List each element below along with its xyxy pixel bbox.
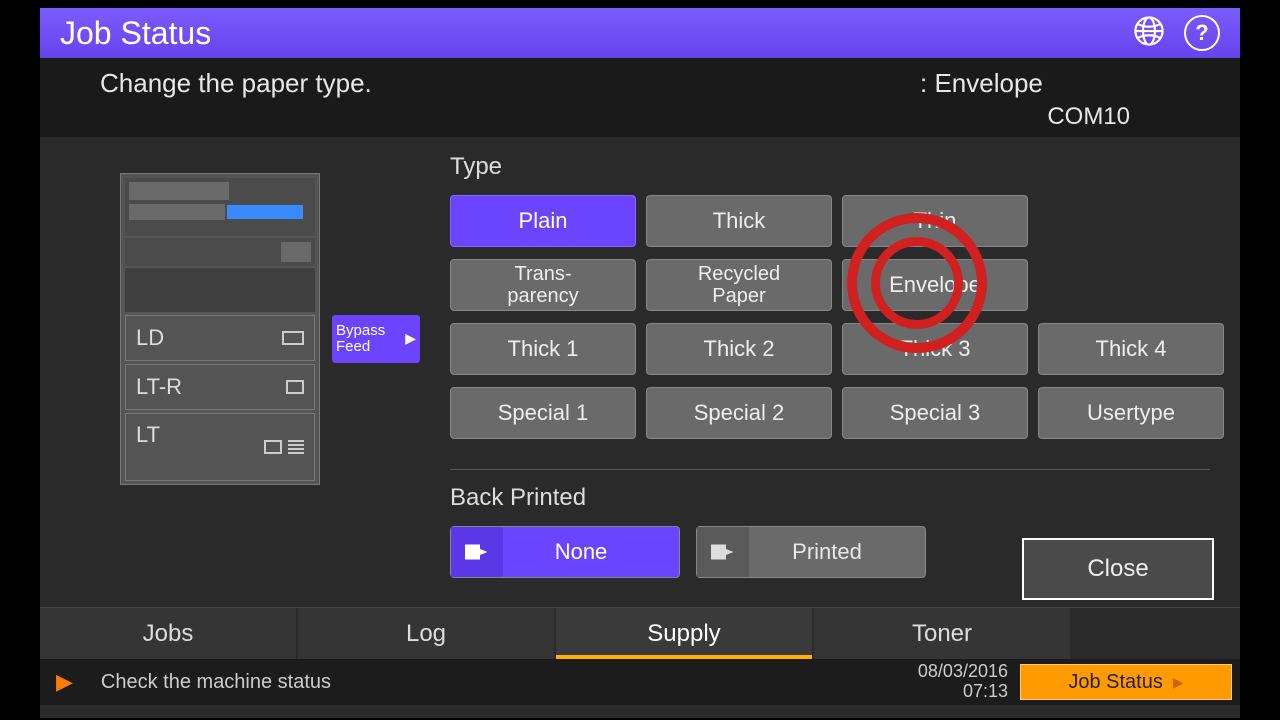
paper-type-thick-3-button[interactable]: Thick 3 — [842, 323, 1028, 375]
paper-type-plain-button[interactable]: Plain — [450, 195, 636, 247]
paper-size-label: COM10 — [40, 103, 1240, 137]
tab-toner[interactable]: Toner — [814, 608, 1070, 659]
footer-bar: ▶ Check the machine status 08/03/2016 07… — [40, 659, 1240, 705]
paper-type-label: Thick 4 — [1096, 337, 1167, 361]
bypass-feed-label: Bypass Feed — [336, 323, 405, 356]
stack-icon — [288, 440, 304, 454]
tray-row-ld[interactable]: LD — [125, 315, 315, 361]
paper-type-special-1-button[interactable]: Special 1 — [450, 387, 636, 439]
language-icon[interactable] — [1132, 14, 1166, 53]
paper-type-usertype-button[interactable]: Usertype — [1038, 387, 1224, 439]
paper-type-label: Recycled Paper — [698, 263, 780, 307]
close-label: Close — [1087, 555, 1148, 583]
paper-type-special-2-button[interactable]: Special 2 — [646, 387, 832, 439]
date-text: 08/03/2016 — [918, 662, 1008, 682]
instruction-text: Change the paper type. — [100, 68, 372, 99]
paper-type-label: Plain — [519, 209, 568, 233]
paper-icon — [697, 527, 749, 577]
paper-type-thick-4-button[interactable]: Thick 4 — [1038, 323, 1224, 375]
paper-type-envelope-button[interactable]: Envelope — [842, 259, 1028, 311]
paper-type-label: Special 2 — [694, 401, 785, 425]
paper-type-label: Thick 1 — [508, 337, 579, 361]
orientation-icon — [286, 380, 304, 394]
play-icon: ▶ — [56, 669, 73, 695]
time-text: 07:13 — [918, 682, 1008, 702]
tray-diagram: LD LT-R LT — [120, 173, 320, 485]
paper-type-special-3-button[interactable]: Special 3 — [842, 387, 1028, 439]
job-status-button[interactable]: Job Status ▶ — [1020, 664, 1232, 700]
current-type-label: : Envelope — [920, 68, 1180, 99]
tab-log[interactable]: Log — [298, 608, 554, 659]
divider — [450, 469, 1210, 470]
paper-type-label: Thick 3 — [900, 337, 971, 361]
paper-type-label: Usertype — [1087, 401, 1175, 425]
tab-supply[interactable]: Supply — [556, 608, 812, 659]
help-icon[interactable]: ? — [1184, 15, 1220, 51]
chevron-right-icon: ▶ — [1173, 674, 1184, 691]
paper-type-label: Special 3 — [890, 401, 981, 425]
paper-type-thick-1-button[interactable]: Thick 1 — [450, 323, 636, 375]
orientation-icon — [282, 331, 304, 345]
paper-type-thin-button[interactable]: Thin — [842, 195, 1028, 247]
title-bar: Job Status ? — [40, 8, 1240, 58]
tray-panel: LD LT-R LT Bypass Feed ▶ — [50, 153, 380, 597]
datetime-display: 08/03/2016 07:13 — [918, 662, 1008, 702]
paper-type-label: Thin — [914, 209, 957, 233]
orientation-icon — [264, 440, 282, 454]
paper-icon — [451, 527, 503, 577]
paper-type-label: Thick 2 — [704, 337, 775, 361]
back-printed-label: Back Printed — [450, 484, 1224, 512]
paper-type-label: Envelope — [889, 273, 981, 297]
paper-type-recycled-paper-button[interactable]: Recycled Paper — [646, 259, 832, 311]
chevron-right-icon: ▶ — [405, 331, 416, 346]
page-title: Job Status — [60, 15, 211, 52]
paper-type-label: Thick — [713, 209, 766, 233]
tab-label: Log — [406, 620, 446, 648]
paper-type-thick-button[interactable]: Thick — [646, 195, 832, 247]
tab-label: Jobs — [143, 620, 194, 648]
bp-printed-label: Printed — [749, 539, 925, 565]
paper-type-label: Trans- parency — [507, 263, 578, 307]
back-printed-none-button[interactable]: None — [450, 526, 680, 578]
subheader: Change the paper type. : Envelope — [40, 58, 1240, 103]
tray-label: LT — [136, 422, 160, 448]
type-section-label: Type — [450, 153, 1224, 181]
tray-label: LD — [136, 325, 164, 351]
paper-type-thick-2-button[interactable]: Thick 2 — [646, 323, 832, 375]
tray-row-ltr[interactable]: LT-R — [125, 364, 315, 410]
tab-label: Toner — [912, 620, 972, 648]
bypass-feed-button[interactable]: Bypass Feed ▶ — [332, 315, 420, 363]
job-status-label: Job Status — [1068, 671, 1163, 694]
tray-diagram-spacer — [125, 238, 315, 266]
tray-diagram-blank — [125, 268, 315, 312]
tab-jobs[interactable]: Jobs — [40, 608, 296, 659]
tray-diagram-top — [125, 178, 315, 236]
paper-type-trans-parency-button[interactable]: Trans- parency — [450, 259, 636, 311]
close-button[interactable]: Close — [1022, 538, 1214, 600]
paper-type-label: Special 1 — [498, 401, 589, 425]
bp-none-label: None — [503, 539, 679, 565]
tab-label: Supply — [647, 620, 720, 648]
paper-type-grid: Plain Thick Thin Trans- parency Recycled Pap… — [450, 195, 1224, 439]
bottom-tabs: Jobs Log Supply Toner — [40, 607, 1240, 659]
tray-label: LT-R — [136, 374, 182, 400]
footer-message: Check the machine status — [101, 671, 331, 694]
tray-row-lt[interactable]: LT — [125, 413, 315, 481]
back-printed-printed-button[interactable]: Printed — [696, 526, 926, 578]
